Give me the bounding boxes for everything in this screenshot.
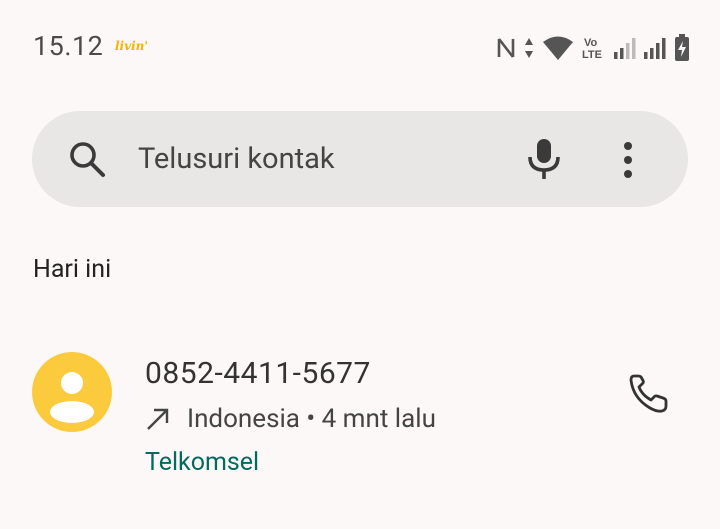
wifi-icon <box>543 36 573 60</box>
volte-icon: Vo LTE <box>582 37 602 61</box>
livin-app-badge: livin' <box>115 39 149 53</box>
search-icon[interactable] <box>68 140 106 178</box>
data-arrows-icon <box>525 38 533 58</box>
nfc-icon <box>497 38 515 58</box>
signal-icon <box>644 38 666 59</box>
call-log-item[interactable]: 0852-4411-5677 Indonesia • 4 mnt lalu Te… <box>0 330 720 480</box>
volte-text-top: Vo <box>584 37 598 49</box>
mic-icon[interactable] <box>526 137 562 181</box>
call-location: Indonesia <box>187 404 300 434</box>
phone-icon[interactable] <box>626 372 670 416</box>
battery-charging-icon <box>675 34 689 61</box>
status-time: 15.12 <box>33 30 104 62</box>
person-icon <box>50 372 94 423</box>
status-bar: 15.12 livin' Vo LTE <box>0 0 720 96</box>
caller-number: 0852-4411-5677 <box>145 356 371 391</box>
status-icons: Vo LTE <box>496 33 690 63</box>
section-header-today: Hari ini <box>33 255 112 284</box>
carrier-label: Telkomsel <box>145 448 260 477</box>
call-time: 4 mnt lalu <box>321 404 436 434</box>
search-bar[interactable] <box>32 111 688 207</box>
avatar[interactable] <box>32 352 112 432</box>
outgoing-arrow-icon <box>147 408 169 430</box>
meta-separator: • <box>299 404 322 434</box>
more-vert-icon[interactable] <box>620 141 636 181</box>
signal-icon <box>614 38 636 59</box>
search-input[interactable] <box>136 138 500 180</box>
volte-text-bottom: LTE <box>582 49 602 61</box>
call-meta: Indonesia • 4 mnt lalu <box>145 404 436 434</box>
